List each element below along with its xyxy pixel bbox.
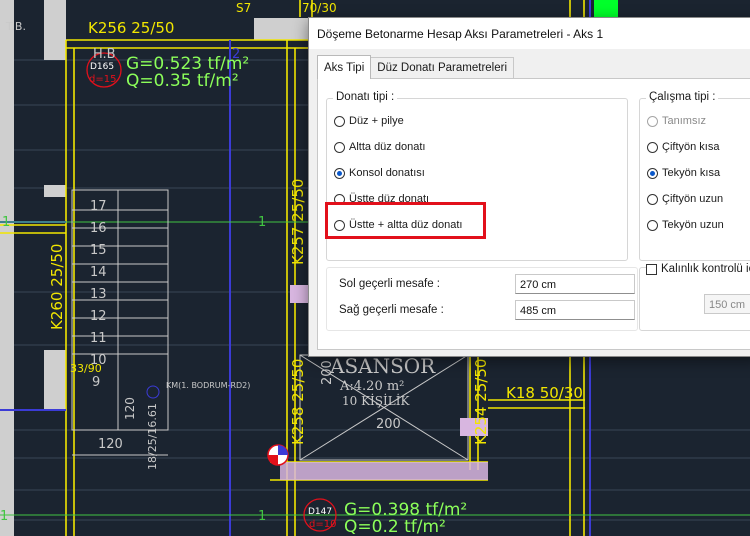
radio-label: Çiftyön uzun <box>662 193 724 205</box>
radio-label: Tanımsız <box>662 115 707 127</box>
column-label-s7: S7 <box>236 1 251 15</box>
stair-step: 9 <box>92 375 100 390</box>
elevator-dim-vert: 200 <box>320 360 335 385</box>
sag-mesafe-input[interactable]: 485 cm <box>515 300 635 320</box>
radio-label: Tekyön uzun <box>662 219 724 231</box>
radio-duz-pilye[interactable]: Düz + pilye <box>334 113 404 129</box>
calisma-tipi-group: Çalışma tipi : Tanımsız Çiftyön kısa Tek… <box>639 91 750 261</box>
calisma-tipi-title: Çalışma tipi : <box>646 91 719 103</box>
axis-mark-1: 1 <box>2 215 10 230</box>
beam-label-k18: K18 50/30 <box>506 384 583 402</box>
tab-duz-donati-parametreleri[interactable]: Düz Donatı Parametreleri <box>370 57 515 79</box>
tab-bar: Aks Tipi Düz Donatı Parametreleri <box>317 55 515 79</box>
radio-label: Tekyön kısa <box>662 167 721 179</box>
kalinlik-checkbox[interactable] <box>646 263 657 275</box>
dialog-titlebar[interactable]: Döşeme Betonarme Hesap Aksı Parametreler… <box>309 18 750 49</box>
slab-top-thickness: d=15 <box>89 74 116 85</box>
radio-button-disabled[interactable] <box>647 115 658 127</box>
elevator-area: A:4.20 m² <box>339 379 404 394</box>
stair-step-numbers: 17 16 15 14 13 12 11 10 9 <box>90 199 107 390</box>
beam-label-k257: K257 25/50 <box>289 179 307 265</box>
beam-label-top: 70/30 <box>302 1 337 15</box>
slab-bottom-thickness: d=10 <box>309 519 336 530</box>
tab-aks-tipi[interactable]: Aks Tipi <box>317 55 372 79</box>
radio-button-selected[interactable] <box>334 167 345 179</box>
radio-label: Çiftyön kısa <box>662 141 720 153</box>
slab-top-load-q: Q=0.35 tf/m² <box>126 71 239 91</box>
sag-mesafe-label: Sağ geçerli mesafe : <box>339 304 444 316</box>
radio-tekyon-kisa[interactable]: Tekyön kısa <box>647 165 720 181</box>
axis-label-2: 2 <box>232 47 240 62</box>
slab-top-label: H.B <box>93 47 116 62</box>
stair-step: 13 <box>90 287 107 302</box>
stair-riser: 18/25/16.61 <box>146 403 159 470</box>
radio-button[interactable] <box>647 219 658 231</box>
stair-label: KM(1. BODRUM-RD2) <box>166 381 250 390</box>
stair-step: 11 <box>90 331 107 346</box>
kalinlik-group: Kalınlık kontrolü için 150 cm <box>639 261 750 331</box>
elevator-dim: 200 <box>376 417 401 432</box>
radio-konsol[interactable]: Konsol donatısı <box>334 165 425 181</box>
sol-mesafe-label: Sol geçerli mesafe : <box>339 278 440 290</box>
stair-step: 14 <box>90 265 107 280</box>
radio-button-selected[interactable] <box>647 167 658 179</box>
radio-tanimsiz[interactable]: Tanımsız <box>647 113 706 129</box>
radio-label: Altta düz donatı <box>349 141 426 153</box>
radio-tekyon-uzun[interactable]: Tekyön uzun <box>647 217 724 233</box>
kalinlik-input[interactable]: 150 cm <box>704 294 750 314</box>
axis-mark-1c: 1 <box>0 509 8 524</box>
axis-mark-1b: 1 <box>258 215 266 230</box>
slab-top-id: D165 <box>90 62 114 72</box>
slab-bottom-load-q: Q=0.2 tf/m² <box>344 517 446 536</box>
radio-button[interactable] <box>647 141 658 153</box>
stair-dim-vert: 120 <box>123 397 137 420</box>
kalinlik-checkbox-row[interactable]: Kalınlık kontrolü için <box>646 261 750 277</box>
beam-label-k256: K256 25/50 <box>88 19 174 37</box>
slab-bottom-id: D147 <box>308 507 332 517</box>
kalinlik-label: Kalınlık kontrolü için <box>661 263 750 275</box>
stair-step: 12 <box>90 309 107 324</box>
dialog-title: Döşeme Betonarme Hesap Aksı Parametreler… <box>317 26 604 41</box>
green-block <box>594 0 618 18</box>
beam-label-k260: K260 25/50 <box>48 244 66 330</box>
donati-tipi-title: Donatı tipi : <box>333 91 398 103</box>
stair-dim-120: 120 <box>98 437 123 452</box>
stair-step: 15 <box>90 243 107 258</box>
radio-button[interactable] <box>334 115 345 127</box>
stair-step: 17 <box>90 199 107 214</box>
radio-label: Düz + pilye <box>349 115 404 127</box>
radio-altta-duz[interactable]: Altta düz donatı <box>334 139 425 155</box>
radio-button[interactable] <box>647 193 658 205</box>
beam-label-k258: K258 25/50 <box>289 359 307 445</box>
radio-ciftyon-kisa[interactable]: Çiftyön kısa <box>647 139 719 155</box>
sol-mesafe-input[interactable]: 270 cm <box>515 274 635 294</box>
radio-ciftyon-uzun[interactable]: Çiftyön uzun <box>647 191 723 207</box>
radio-button[interactable] <box>334 141 345 153</box>
parameters-dialog[interactable]: Döşeme Betonarme Hesap Aksı Parametreler… <box>308 17 750 357</box>
beam-label-k254: K254 25/50 <box>472 359 490 445</box>
highlight-box <box>325 202 486 239</box>
stair-step: 10 <box>90 353 107 368</box>
distance-group: Sol geçerli mesafe : 270 cm Sağ geçerli … <box>326 267 638 331</box>
tb-label: T.B. <box>5 20 26 33</box>
stair-step: 16 <box>90 221 107 236</box>
axis-mark-1d: 1 <box>258 509 266 524</box>
radio-label: Konsol donatısı <box>349 167 425 179</box>
elevator-capacity: 10 KİŞİLİK <box>342 393 410 408</box>
